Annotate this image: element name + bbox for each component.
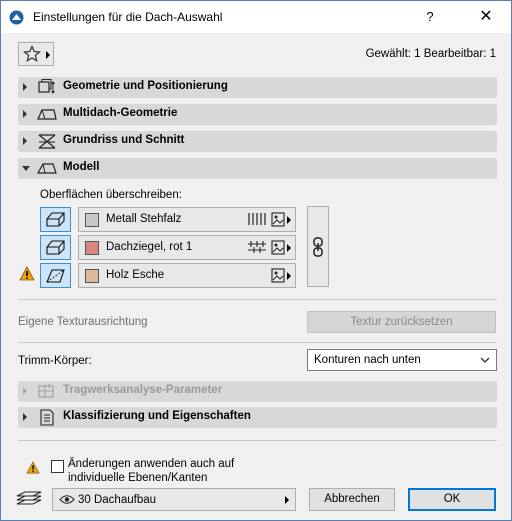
material-arrow-icon (287, 216, 291, 224)
ok-button[interactable]: OK (408, 488, 496, 511)
material-swatch (85, 241, 99, 255)
reset-texture-button[interactable]: Textur zurücksetzen (307, 311, 496, 333)
multiroof-icon (37, 109, 57, 120)
divider (18, 299, 497, 300)
chain-link-icon (313, 237, 323, 257)
title-bar: Einstellungen für die Dach-Auswahl ? ✕ (1, 1, 511, 33)
material-picker[interactable]: Dachziegel, rot 1 (78, 235, 296, 260)
expand-arrow-icon (23, 387, 27, 395)
surface-side-button[interactable] (40, 235, 71, 260)
expand-arrow-icon (23, 83, 27, 91)
trim-body-label: Trimm-Körper: (18, 355, 92, 367)
expand-arrow-icon (23, 110, 27, 118)
layer-name: 30 Dachaufbau (78, 494, 157, 506)
material-arrow-icon (287, 272, 291, 280)
expand-arrow-icon (23, 413, 27, 421)
material-arrow-icon (287, 244, 291, 252)
texture-alignment-label: Eigene Texturausrichtung (18, 316, 148, 328)
material-swatch (85, 213, 99, 227)
section-label: Multidach-Geometrie (63, 107, 178, 119)
section-multidach[interactable]: Multidach-Geometrie (18, 104, 497, 125)
texture-icon (271, 240, 285, 255)
selection-info: Gewählt: 1 Bearbeitbar: 1 (365, 48, 496, 60)
section-grundriss[interactable]: Grundriss und Schnitt (18, 131, 497, 152)
pattern-icon (248, 241, 266, 253)
section-klassifizierung[interactable]: Klassifizierung und Eigenschaften (18, 407, 497, 428)
trim-body-value: Konturen nach unten (314, 354, 421, 366)
warning-icon (26, 461, 40, 474)
override-surfaces-label: Oberflächen überschreiben: (40, 189, 182, 201)
material-picker[interactable]: Metall Stehfalz (78, 207, 296, 232)
cancel-button[interactable]: Abbrechen (309, 488, 395, 511)
texture-icon (271, 212, 285, 227)
collapse-arrow-icon (22, 166, 30, 171)
expand-arrow-icon (23, 137, 27, 145)
app-icon (9, 10, 24, 25)
favorites-arrow-icon (46, 51, 50, 59)
surface-icon (46, 240, 65, 255)
window-title: Einstellungen für die Dach-Auswahl (33, 10, 223, 24)
section-tragwerk[interactable]: Tragwerksanalyse-Parameter (18, 381, 497, 402)
structural-icon (38, 384, 54, 398)
apply-changes-checkbox[interactable] (51, 460, 64, 473)
pattern-icon (248, 213, 266, 225)
geometry-icon (38, 79, 55, 94)
star-icon (23, 45, 41, 63)
layer-arrow-icon (285, 496, 289, 504)
surface-top-button[interactable] (40, 207, 71, 232)
material-name: Dachziegel, rot 1 (106, 241, 193, 253)
material-swatch (85, 269, 99, 283)
surface-icon (46, 212, 65, 227)
material-picker[interactable]: Holz Esche (78, 263, 296, 288)
apply-changes-label: Änderungen anwenden auch auf individuell… (68, 458, 235, 484)
eye-icon (59, 495, 75, 504)
material-name: Holz Esche (106, 269, 165, 281)
section-label: Grundriss und Schnitt (63, 134, 185, 146)
section-label: Modell (63, 161, 100, 173)
section-label: Geometrie und Positionierung (63, 80, 228, 92)
settings-dialog: Einstellungen für die Dach-Auswahl ? ✕ G… (0, 0, 512, 521)
help-button[interactable]: ? (419, 6, 441, 28)
material-name: Metall Stehfalz (106, 213, 182, 225)
section-modell[interactable]: Modell (18, 158, 497, 179)
model-icon (37, 163, 57, 174)
divider (18, 440, 497, 441)
divider (18, 342, 497, 343)
layer-picker[interactable]: 30 Dachaufbau (52, 488, 296, 511)
section-label: Tragwerksanalyse-Parameter (63, 384, 223, 396)
favorites-button[interactable] (18, 42, 54, 66)
floorplan-icon (38, 134, 56, 149)
trim-body-select[interactable]: Konturen nach unten (307, 349, 497, 371)
warning-icon (19, 266, 35, 281)
close-button[interactable]: ✕ (471, 6, 501, 28)
chevron-down-icon (480, 357, 490, 363)
texture-icon (271, 268, 285, 283)
chain-link-button[interactable] (307, 206, 329, 287)
surface-bottom-button[interactable] (40, 263, 71, 288)
surface-icon (46, 269, 65, 283)
layer-icon (16, 491, 42, 505)
section-geometrie[interactable]: Geometrie und Positionierung (18, 77, 497, 98)
section-label: Klassifizierung und Eigenschaften (63, 410, 251, 422)
classification-icon (40, 409, 54, 426)
